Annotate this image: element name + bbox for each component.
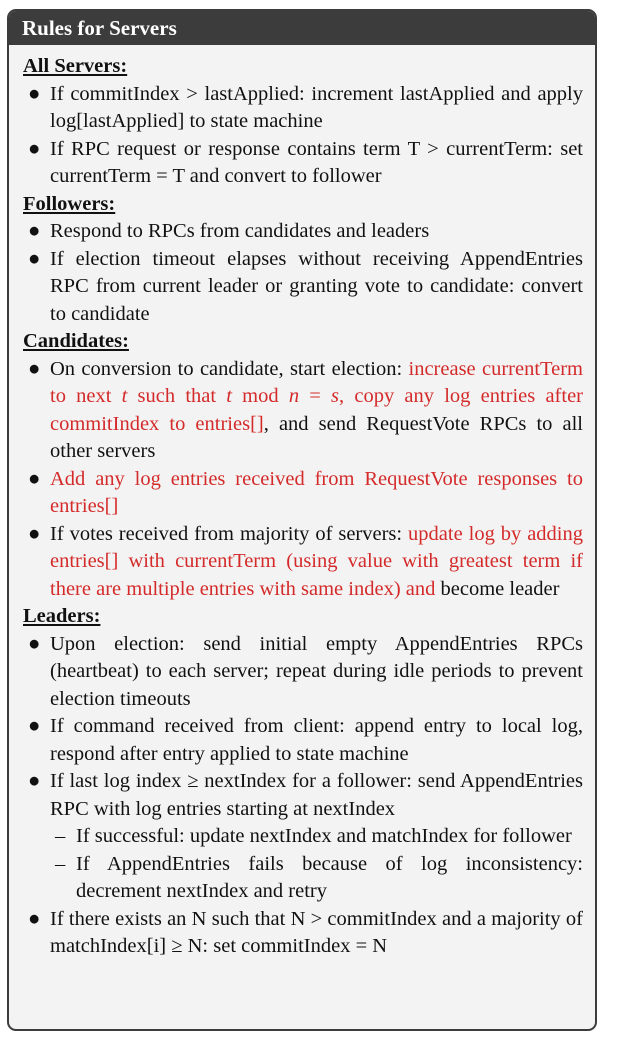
bullet-icon: ●: [28, 770, 41, 792]
list-item: ● If there exists an N such that N > comm…: [23, 906, 583, 961]
highlighted-text: =: [299, 385, 332, 407]
bullet-icon: ●: [28, 522, 41, 545]
item-text: If RPC request or response contains term…: [50, 137, 583, 188]
list-item: ● If RPC request or response contains ter…: [23, 136, 583, 191]
item-text: If commitIndex > lastApplied: increment …: [50, 82, 583, 133]
math-variable: s: [331, 385, 340, 407]
highlighted-text: mod: [231, 385, 289, 407]
math-variable: n: [288, 385, 300, 407]
item-text: Respond to RPCs from candidates and lead…: [50, 220, 430, 242]
rules-panel: Rules for Servers All Servers: ● If commi…: [7, 9, 597, 1031]
list-item: ● Respond to RPCs from candidates and lea…: [23, 218, 583, 246]
panel-content: All Servers: ● If commitIndex > lastAppli…: [9, 45, 595, 961]
list-item: ● If commitIndex > lastApplied: increment…: [23, 81, 583, 136]
item-text: become leader: [435, 577, 560, 600]
sub-list-item: – If successful: update nextIndex and mat…: [23, 823, 583, 851]
item-text: On conversion to candidate, start electi…: [50, 357, 409, 380]
bullet-icon: ●: [28, 220, 41, 242]
list-item: ● If last log index ≥ nextIndex for a fol…: [23, 768, 583, 823]
item-text: If votes received from majority of serve…: [50, 522, 409, 545]
bullet-icon: ●: [28, 137, 41, 160]
bullet-icon: ●: [28, 82, 41, 105]
item-text: If successful: update nextIndex and matc…: [76, 825, 572, 847]
highlighted-text: such that: [127, 385, 227, 407]
section-followers: Followers: ● Respond to RPCs from candida…: [23, 191, 583, 329]
item-text: If election timeout elapses without rece…: [50, 247, 583, 325]
list-item: ● Add any log entries received from Reque…: [23, 466, 583, 521]
bullet-icon: ●: [28, 247, 41, 270]
item-text: If command received from client: append …: [50, 715, 583, 765]
item-text: If there exists an N such that N > commi…: [50, 907, 583, 958]
bullet-icon: ●: [28, 632, 41, 655]
section-leaders: Leaders: ● Upon election: send initial em…: [23, 603, 583, 961]
section-candidates: Candidates: ● On conversion to candidate,…: [23, 328, 583, 603]
dash-icon: –: [55, 825, 66, 847]
item-text: Upon election: send initial empty Append…: [50, 632, 583, 710]
list-item: ● Upon election: send initial empty Appen…: [23, 631, 583, 714]
list-item: ● If votes received from majority of serv…: [23, 521, 583, 604]
bullet-icon: ●: [28, 907, 41, 930]
panel-title: Rules for Servers: [9, 11, 595, 45]
sub-list-item: – If AppendEntries fails because of log i…: [23, 851, 583, 906]
section-heading: Followers:: [23, 192, 116, 215]
list-item: ● If election timeout elapses without rec…: [23, 246, 583, 329]
bullet-icon: ●: [28, 357, 41, 380]
section-heading: Leaders:: [23, 605, 101, 627]
highlighted-text: Add any log entries received from Reques…: [50, 467, 583, 518]
item-text: If AppendEntries fails because of log in…: [76, 852, 583, 903]
list-item: ● If command received from client: append…: [23, 713, 583, 768]
section-all-servers: All Servers: ● If commitIndex > lastAppli…: [23, 53, 583, 191]
section-heading: All Servers:: [23, 55, 128, 77]
bullet-icon: ●: [28, 467, 41, 490]
section-heading: Candidates:: [23, 330, 129, 352]
list-item: ● On conversion to candidate, start elect…: [23, 356, 583, 466]
dash-icon: –: [55, 852, 66, 875]
bullet-icon: ●: [28, 715, 41, 737]
item-text: If last log index ≥ nextIndex for a foll…: [50, 770, 583, 820]
